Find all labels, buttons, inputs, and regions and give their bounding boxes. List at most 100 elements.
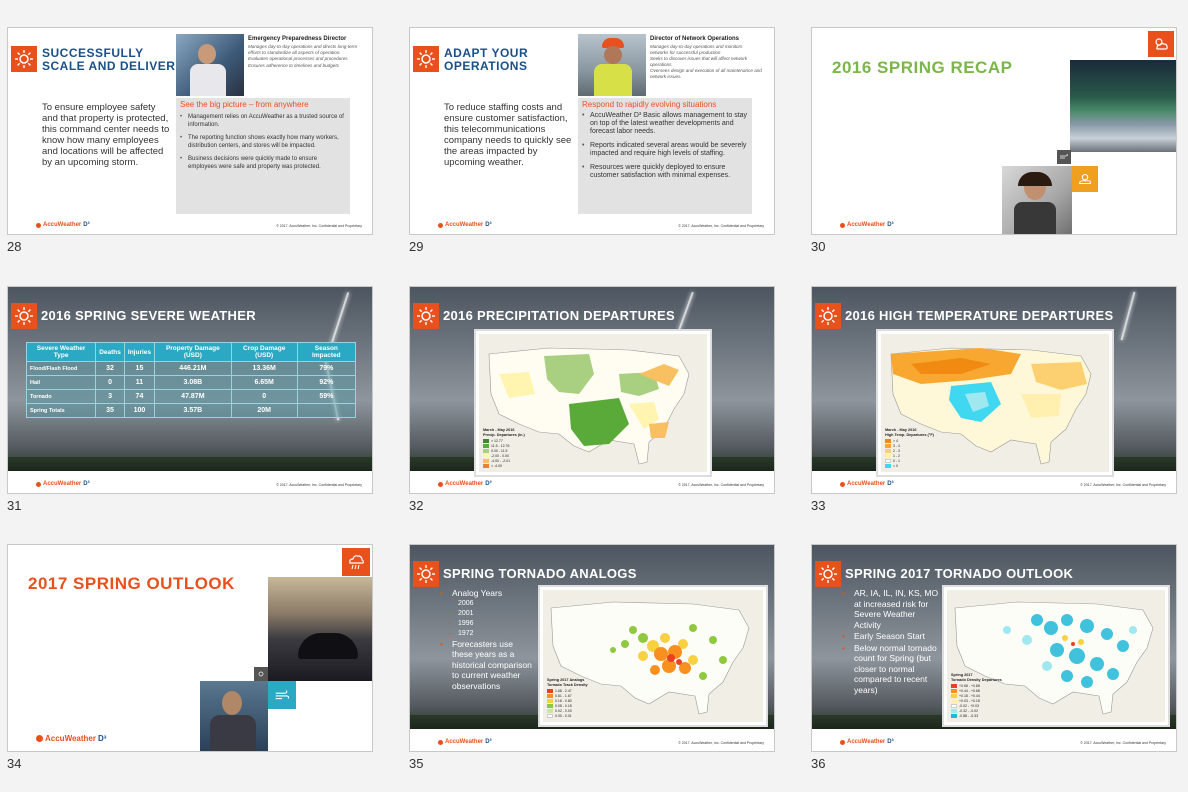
slide-title: SPRING TORNADO ANALOGS [443,566,637,581]
aurora-photo [1070,60,1176,152]
slide-thumbnail-30[interactable]: 2016 SPRING RECAP AccuWeather D³ 30 [811,27,1177,261]
slide-thumbnail-35[interactable]: SPRING TORNADO ANALOGS Analog Years 2006… [409,544,775,778]
slide-title: 2017 SPRING OUTLOOK [28,574,235,593]
sun-icon [254,667,268,681]
sun-logo-icon [413,561,439,587]
sun-logo-icon [11,303,37,329]
slide-33[interactable]: 2016 HIGH TEMPERATURE DEPARTURES March -… [811,286,1177,494]
slide-number: 35 [409,756,424,771]
bullet-list: AR, IA, IL, IN, KS, MO at increased risk… [842,588,942,695]
slide-thumbnail-28[interactable]: SUCCESSFULLY SCALE AND DELIVER Emergency… [7,27,373,261]
slide-number: 31 [7,498,22,513]
slide-title: 2016 SPRING RECAP [832,58,1013,77]
slide-title: SPRING 2017 TORNADO OUTLOOK [845,566,1074,581]
bullet-item: The reporting function shows exactly how… [180,135,346,150]
slide-number: 36 [811,756,826,771]
bullet-item: Management relies on AccuWeather as a tr… [180,114,346,129]
slide-30[interactable]: 2016 SPRING RECAP AccuWeather D³ [811,27,1177,235]
slide-32[interactable]: 2016 PRECIPITATION DEPARTURES March - Ma… [409,286,775,494]
accuweather-logo: AccuWeather D³ [840,739,894,745]
slide-31[interactable]: 2016 SPRING SEVERE WEATHER Severe Weathe… [7,286,373,494]
box-heading: Respond to rapidly evolving situations [582,100,717,109]
copyright-text: © 2017. AccuWeather, Inc. Confidential a… [276,483,362,487]
lightning-bolt [1120,291,1136,341]
copyright-text: © 2017. AccuWeather, Inc. Confidential a… [678,224,764,228]
copyright-text: © 2017. AccuWeather, Inc. Confidential a… [678,741,764,745]
role-description: Manages day-to-day operations and monito… [650,44,762,79]
accuweather-logo: AccuWeather D³ [36,734,106,743]
bullet-item: Early Season Start [842,631,942,642]
sun-logo-icon [11,46,37,72]
sun-logo-icon [413,303,439,329]
sun-weather-icon [1072,166,1098,192]
sub-bullet-item: 2001 [440,609,534,619]
slide-thumbnail-36[interactable]: SPRING 2017 TORNADO OUTLOOK AR, IA, IL, … [811,544,1177,778]
map-legend: March - May 2016 High Temp. Departures (… [885,428,934,468]
accuweather-logo: AccuWeather D³ [438,222,492,228]
bullet-item: AccuWeather D³ Basic allows management t… [582,112,748,136]
box-heading: See the big picture – from anywhere [180,100,309,109]
wind-icon [268,681,296,709]
slide-number: 34 [7,756,22,771]
slide-34[interactable]: 2017 SPRING OUTLOOK AccuWeather D³ [7,544,373,752]
copyright-text: © 2017. AccuWeather, Inc. Confidential a… [1080,741,1166,745]
umbrella-street-photo [268,577,372,681]
lightning-bolt [678,291,694,331]
body-text: To reduce staffing costs and ensure cust… [444,102,572,168]
map-legend: Spring 2017 Analogs Tornado Track Densit… [547,678,588,718]
slide-thumbnail-29[interactable]: ADAPT YOUR OPERATIONS Director of Networ… [409,27,775,261]
tornado-analog-map: Spring 2017 Analogs Tornado Track Densit… [538,585,768,727]
slide-28[interactable]: SUCCESSFULLY SCALE AND DELIVER Emergency… [7,27,373,235]
rain-cloud-icon [342,548,370,576]
slide-thumbnail-34[interactable]: 2017 SPRING OUTLOOK AccuWeather D³ 34 [7,544,373,778]
copyright-text: © 2017. AccuWeather, Inc. Confidential a… [276,224,362,228]
slide-title: 2016 SPRING SEVERE WEATHER [41,308,256,323]
copyright-text: © 2017. AccuWeather, Inc. Confidential a… [1080,483,1166,487]
slide-thumbnail-33[interactable]: 2016 HIGH TEMPERATURE DEPARTURES March -… [811,286,1177,520]
table-header: Property Damage (USD) [154,342,232,362]
bullet-item: Reports indicated several areas would be… [582,142,748,158]
severe-weather-table: Severe Weather Type Deaths Injuries Prop… [25,342,357,418]
slide-29[interactable]: ADAPT YOUR OPERATIONS Director of Networ… [409,27,775,235]
accuweather-logo: AccuWeather D³ [438,739,492,745]
bullet-item: Analog Years [440,588,534,599]
table-row: Flood/Flash Flood 32 15 446.21M 13.36M 79% [25,361,357,376]
bullet-item: Business decisions were quickly made to … [180,156,346,171]
tornado-outlook-map: Spring 2017 Tornado Density Departures +… [942,585,1170,727]
accuweather-logo: AccuWeather D³ [840,481,894,487]
engineer-photo [578,34,646,96]
copyright-text: © 2017. AccuWeather, Inc. Confidential a… [678,483,764,487]
table-row: Hail 0 11 3.08B 6.65M 92% [25,375,357,390]
businessman-photo [176,34,244,96]
slide-35[interactable]: SPRING TORNADO ANALOGS Analog Years 2006… [409,544,775,752]
slide-number: 29 [409,239,424,254]
sub-bullet-item: 1996 [440,619,534,629]
slide-36[interactable]: SPRING 2017 TORNADO OUTLOOK AR, IA, IL, … [811,544,1177,752]
role-title: Director of Network Operations [650,36,740,42]
slide-title: 2016 HIGH TEMPERATURE DEPARTURES [845,308,1114,323]
bullet-item: AR, IA, IL, IN, KS, MO at increased risk… [842,588,942,630]
bullet-item: Forecasters use these years as a histori… [440,639,534,692]
highlight-box: See the big picture – from anywhere Mana… [176,98,350,214]
slide-number: 32 [409,498,424,513]
table-row: Tornado 3 74 47.87M 0 59% [25,389,357,404]
accuweather-logo: AccuWeather D³ [840,222,894,228]
wind-icon [1057,150,1071,164]
woman-phone-photo [1002,166,1072,234]
slide-number: 28 [7,239,22,254]
sun-logo-icon [815,561,841,587]
body-text: To ensure employee safety and that prope… [42,102,170,168]
slide-title: ADAPT YOUR OPERATIONS [444,46,529,73]
slide-thumbnail-32[interactable]: 2016 PRECIPITATION DEPARTURES March - Ma… [409,286,775,520]
table-row: Spring Totals 35 100 3.57B 20M [25,403,357,418]
accuweather-logo: AccuWeather D³ [438,481,492,487]
precipitation-map: March - May 2016 Precip. Departures (in.… [474,329,712,477]
role-title: Emergency Preparedness Director [248,36,347,42]
table-header: Season Impacted [296,342,357,362]
temperature-map: March - May 2016 High Temp. Departures (… [876,329,1114,477]
accuweather-logo: AccuWeather D³ [36,222,90,228]
slide-thumbnail-31[interactable]: 2016 SPRING SEVERE WEATHER Severe Weathe… [7,286,373,520]
slide-title: SUCCESSFULLY SCALE AND DELIVER [42,46,176,73]
table-header: Deaths [95,342,125,362]
table-header: Severe Weather Type [25,342,97,362]
